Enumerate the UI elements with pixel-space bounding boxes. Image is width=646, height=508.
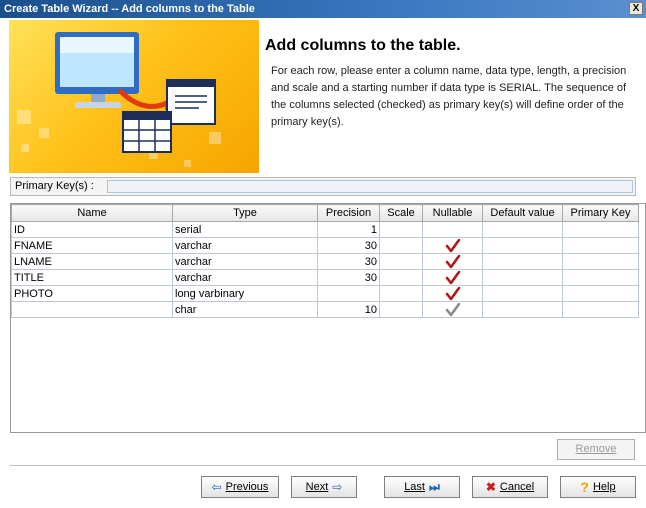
page-title: Add columns to the table. (265, 37, 461, 54)
cell-precision[interactable]: 1 (317, 221, 380, 238)
table-row[interactable]: FNAME varchar 30 (11, 237, 639, 254)
col-header-precision[interactable]: Precision (317, 204, 380, 222)
primary-keys-field (107, 180, 633, 193)
cell-type[interactable]: varchar (172, 269, 318, 286)
cell-scale[interactable] (379, 301, 423, 318)
col-header-type[interactable]: Type (172, 204, 318, 222)
cell-primary-key[interactable] (562, 237, 639, 254)
help-button[interactable]: ? Help (560, 476, 636, 498)
cell-nullable[interactable] (422, 221, 483, 238)
last-button[interactable]: Last ⏭ (384, 476, 460, 498)
arrow-left-icon: ⇦ (211, 480, 222, 494)
skip-to-end-icon: ⏭ (428, 480, 440, 494)
primary-keys-label: Primary Key(s) : (15, 180, 94, 192)
cell-scale[interactable] (379, 253, 423, 270)
cell-name[interactable]: TITLE (11, 269, 173, 286)
cancel-x-icon: ✖ (485, 480, 496, 494)
page-description: For each row, please enter a column name… (271, 65, 627, 128)
table-row[interactable]: char 10 (11, 301, 639, 318)
cell-default-value[interactable] (482, 221, 563, 238)
cell-name[interactable]: ID (11, 221, 173, 238)
cell-precision[interactable] (317, 285, 380, 302)
cell-nullable[interactable] (422, 269, 483, 286)
cell-type[interactable]: serial (172, 221, 318, 238)
cell-scale[interactable] (379, 221, 423, 238)
cell-name[interactable]: LNAME (11, 253, 173, 270)
footer-separator (10, 465, 646, 466)
next-button-label: Next (305, 481, 329, 493)
cell-type[interactable]: char (172, 301, 318, 318)
cell-default-value[interactable] (482, 269, 563, 286)
table-row[interactable]: LNAME varchar 30 (11, 253, 639, 270)
cell-name[interactable]: FNAME (11, 237, 173, 254)
cell-default-value[interactable] (482, 285, 563, 302)
cell-default-value[interactable] (482, 253, 563, 270)
primary-keys-row: Primary Key(s) : (10, 177, 636, 196)
cell-primary-key[interactable] (562, 253, 639, 270)
cell-precision[interactable]: 30 (317, 237, 380, 254)
cell-scale[interactable] (379, 269, 423, 286)
cell-primary-key[interactable] (562, 285, 639, 302)
cell-name[interactable]: PHOTO (11, 285, 173, 302)
previous-button-label: Previous (225, 481, 269, 493)
table-row[interactable]: ID serial 1 (11, 221, 639, 238)
wizard-illustration (9, 20, 259, 173)
cell-type[interactable]: varchar (172, 237, 318, 254)
cell-type[interactable]: varchar (172, 253, 318, 270)
checkmark-icon (445, 254, 460, 268)
remove-button-label: Remove (575, 443, 617, 455)
checkmark-icon (445, 270, 460, 284)
table-header-row: Name Type Precision Scale Nullable Defau… (11, 204, 639, 222)
columns-table: Name Type Precision Scale Nullable Defau… (11, 204, 639, 318)
arrow-right-icon: ⇨ (332, 480, 343, 494)
cell-primary-key[interactable] (562, 269, 639, 286)
col-header-name[interactable]: Name (11, 204, 173, 222)
table-row[interactable]: PHOTO long varbinary (11, 285, 639, 302)
cell-precision[interactable]: 30 (317, 269, 380, 286)
cell-default-value[interactable] (482, 301, 563, 318)
cell-scale[interactable] (379, 237, 423, 254)
cell-nullable[interactable] (422, 253, 483, 270)
window-title: Create Table Wizard -- Add columns to th… (4, 3, 255, 15)
col-header-scale[interactable]: Scale (379, 204, 423, 222)
cell-primary-key[interactable] (562, 221, 639, 238)
checkmark-icon (445, 286, 460, 300)
cell-type[interactable]: long varbinary (172, 285, 318, 302)
cell-default-value[interactable] (482, 237, 563, 254)
previous-button[interactable]: ⇦ Previous (201, 476, 279, 498)
cell-scale[interactable] (379, 285, 423, 302)
col-header-nullable[interactable]: Nullable (422, 204, 483, 222)
cell-nullable[interactable] (422, 285, 483, 302)
table-row[interactable]: TITLE varchar 30 (11, 269, 639, 286)
cell-precision[interactable]: 30 (317, 253, 380, 270)
col-header-primary-key[interactable]: Primary Key (562, 204, 639, 222)
monitor-table-illustration-icon (17, 32, 221, 167)
remove-button[interactable]: Remove (557, 439, 635, 460)
help-question-icon: ? (580, 479, 589, 495)
next-button[interactable]: Next ⇨ (291, 476, 357, 498)
cell-nullable[interactable] (422, 237, 483, 254)
cell-name[interactable] (11, 301, 173, 318)
checkmark-icon (445, 302, 460, 316)
window-titlebar: Create Table Wizard -- Add columns to th… (0, 0, 646, 18)
checkmark-icon (445, 238, 460, 252)
columns-grid: Name Type Precision Scale Nullable Defau… (10, 203, 646, 433)
close-button[interactable]: X (629, 2, 643, 15)
cancel-button[interactable]: ✖ Cancel (472, 476, 548, 498)
cell-precision[interactable]: 10 (317, 301, 380, 318)
cell-nullable[interactable] (422, 301, 483, 318)
cell-primary-key[interactable] (562, 301, 639, 318)
last-button-label: Last (404, 481, 425, 493)
cancel-button-label: Cancel (499, 481, 535, 493)
col-header-default-value[interactable]: Default value (482, 204, 563, 222)
help-button-label: Help (592, 481, 616, 493)
